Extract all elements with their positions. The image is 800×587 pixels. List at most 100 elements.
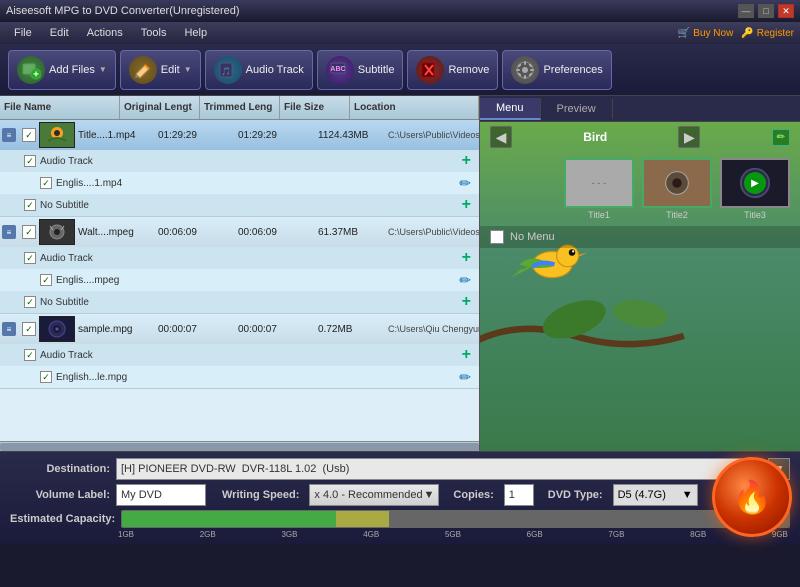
volume-input[interactable] [116, 484, 206, 506]
audio-sub-checkbox-3[interactable]: ✓ [40, 371, 52, 383]
file-trim-3: 00:00:07 [235, 324, 315, 335]
file-size-3: 0.72MB [315, 324, 385, 335]
menu-help[interactable]: Help [176, 25, 215, 41]
horizontal-scrollbar[interactable] [0, 441, 479, 451]
writing-speed-select[interactable]: x 4.0 - Recommended ▼ [309, 484, 439, 506]
svg-text:🎵: 🎵 [221, 67, 231, 76]
table-row[interactable]: ≡ ✓ Title....1.mp4 01:29:29 01:29:2 [0, 120, 479, 150]
table-row[interactable]: ≡ ✓ sample.mpg 00:00:07 00:00:07 [0, 314, 479, 344]
subtitle-checkbox-2[interactable]: ✓ [24, 296, 36, 308]
subtitle-checkbox-1[interactable]: ✓ [24, 199, 36, 211]
remove-button[interactable]: Remove [407, 50, 498, 90]
edit-icon [129, 56, 157, 84]
add-audio-button-3[interactable]: + [462, 346, 471, 364]
drag-handle[interactable]: ≡ [2, 128, 16, 142]
menu-tools[interactable]: Tools [133, 25, 175, 41]
tab-preview[interactable]: Preview [541, 99, 613, 119]
no-menu-row: No Menu [480, 226, 800, 248]
audio-checkbox-1[interactable]: ✓ [24, 155, 36, 167]
add-files-button[interactable]: + Add Files ▼ [8, 50, 116, 90]
audio-label-2: Audio Track [40, 253, 93, 264]
burn-section: 🔥 [712, 457, 792, 537]
add-audio-button-2[interactable]: + [462, 249, 471, 267]
thumb-img-title2[interactable] [642, 158, 712, 208]
edit-audio-button-3[interactable]: ✏ [459, 369, 471, 386]
edit-audio-button-2[interactable]: ✏ [459, 272, 471, 289]
close-button[interactable]: ✕ [778, 4, 794, 18]
audio-track-row-2[interactable]: ✓ Audio Track + [0, 247, 479, 269]
table-row[interactable]: ≡ ✓ Walt....mpeg 00:06:09 00:06:09 [0, 217, 479, 247]
drag-handle[interactable]: ≡ [2, 225, 16, 239]
play-button-title3[interactable]: ▶ [744, 172, 766, 194]
add-subtitle-button-1[interactable]: + [462, 196, 471, 214]
audio-sub-checkbox-2[interactable]: ✓ [40, 274, 52, 286]
audio-sub-row-1[interactable]: ✓ Englis....1.mp4 ✏ [0, 172, 479, 194]
speed-dropdown-arrow[interactable]: ▼ [424, 489, 435, 501]
dvd-type-label: DVD Type: [548, 489, 603, 501]
tab-menu[interactable]: Menu [480, 98, 541, 120]
h-scroll-thumb[interactable] [0, 443, 479, 451]
toolbar: + Add Files ▼ Edit ▼ 🎵 Audio Track [0, 44, 800, 96]
capacity-row: Estimated Capacity: [10, 510, 790, 528]
file-trim-1: 01:29:29 [235, 130, 315, 141]
dvd-type-select[interactable]: D5 (4.7G) ▼ [613, 484, 698, 506]
maximize-button[interactable]: □ [758, 4, 774, 18]
file-item-2: ≡ ✓ Walt....mpeg 00:06:09 00:06:09 [0, 217, 479, 314]
thumb-item-title3: ▶ Title3 [720, 158, 790, 220]
svg-text:- - -: - - - [592, 177, 607, 188]
main-area: File Name Original Lengt Trimmed Leng Fi… [0, 96, 800, 451]
svg-text:+: + [33, 69, 39, 80]
audio-sub-row-2[interactable]: ✓ Englis....mpeg ✏ [0, 269, 479, 291]
file-info-3: sample.mpg 00:00:07 00:00:07 0.72MB C:\U… [75, 324, 479, 335]
file-orig-3: 00:00:07 [155, 324, 235, 335]
minimize-button[interactable]: — [738, 4, 754, 18]
edit-dropdown-arrow[interactable]: ▼ [184, 65, 192, 74]
file-checkbox-3[interactable]: ✓ [22, 322, 36, 336]
no-menu-checkbox[interactable] [490, 230, 504, 244]
copies-input[interactable] [504, 484, 534, 506]
window-controls: — □ ✕ [738, 4, 794, 18]
cap-warning [336, 511, 389, 527]
file-size-2: 61.37MB [315, 227, 385, 238]
menu-file[interactable]: File [6, 25, 40, 41]
audio-track-row-3[interactable]: ✓ Audio Track + [0, 344, 479, 366]
audio-sub-label-3: English...le.mpg [56, 372, 127, 383]
audio-sub-checkbox-1[interactable]: ✓ [40, 177, 52, 189]
menu-edit[interactable]: Edit [42, 25, 77, 41]
file-name-3: sample.mpg [75, 324, 155, 335]
buy-now-button[interactable]: 🛒 Buy Now [678, 28, 733, 39]
preferences-button[interactable]: Preferences [502, 50, 611, 90]
audio-sub-label-1: Englis....1.mp4 [56, 178, 122, 189]
file-list-body[interactable]: ≡ ✓ Title....1.mp4 01:29:29 01:29:2 [0, 120, 479, 441]
destination-input[interactable] [116, 458, 762, 480]
capacity-ticks: 1GB 2GB 3GB 4GB 5GB 6GB 7GB 8GB 9GB [116, 530, 790, 539]
add-audio-button-1[interactable]: + [462, 152, 471, 170]
menu-actions[interactable]: Actions [79, 25, 131, 41]
capacity-label: Estimated Capacity: [10, 513, 115, 525]
prev-arrow[interactable]: ◀ [490, 126, 512, 148]
subtitle-button[interactable]: ABC Subtitle [317, 50, 404, 90]
register-button[interactable]: 🔑 Register [741, 28, 794, 39]
add-subtitle-button-2[interactable]: + [462, 293, 471, 311]
file-list-header: File Name Original Lengt Trimmed Leng Fi… [0, 96, 479, 120]
edit-audio-button-1[interactable]: ✏ [459, 175, 471, 192]
add-dropdown-arrow[interactable]: ▼ [99, 65, 107, 74]
subtitle-row-1[interactable]: ✓ No Subtitle + [0, 194, 479, 216]
col-size-header: File Size [280, 96, 350, 119]
subtitle-row-2[interactable]: ✓ No Subtitle + [0, 291, 479, 313]
audio-track-button[interactable]: 🎵 Audio Track [205, 50, 313, 90]
file-checkbox-1[interactable]: ✓ [22, 128, 36, 142]
audio-checkbox-2[interactable]: ✓ [24, 252, 36, 264]
burn-button[interactable]: 🔥 [712, 457, 792, 537]
capacity-bar [121, 510, 790, 528]
edit-button[interactable]: Edit ▼ [120, 50, 201, 90]
audio-checkbox-3[interactable]: ✓ [24, 349, 36, 361]
next-arrow[interactable]: ▶ [678, 126, 700, 148]
svg-text:ABC: ABC [330, 66, 345, 73]
file-checkbox-2[interactable]: ✓ [22, 225, 36, 239]
audio-track-row-1[interactable]: ✓ Audio Track + [0, 150, 479, 172]
thumb-img-title1[interactable]: - - - [564, 158, 634, 208]
drag-handle[interactable]: ≡ [2, 322, 16, 336]
edit-preview-button[interactable]: ✏ [772, 129, 790, 146]
audio-sub-row-3[interactable]: ✓ English...le.mpg ✏ [0, 366, 479, 388]
